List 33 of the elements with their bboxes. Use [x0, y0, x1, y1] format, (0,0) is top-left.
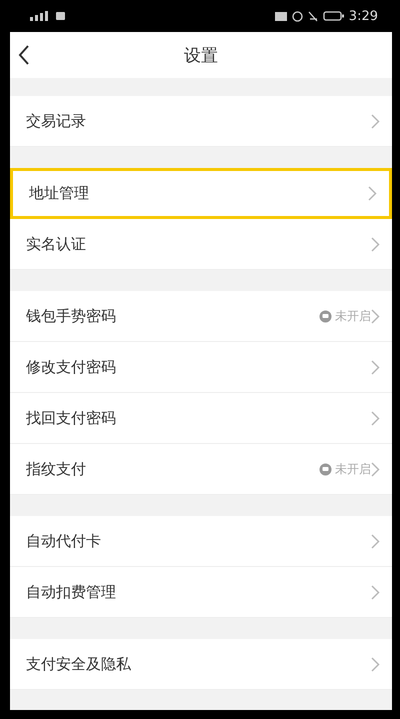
signal-icon	[30, 11, 66, 21]
row-label: 找回支付密码	[26, 408, 117, 428]
chevron-icon	[371, 462, 380, 476]
row-label: 修改支付密码	[26, 358, 117, 376]
row-label: 自动扣费管理	[26, 582, 117, 602]
alarm-icon	[292, 10, 303, 22]
settings-row[interactable]: 地址管理	[10, 168, 392, 219]
row-label: 交易记录	[26, 112, 87, 130]
chevron-icon	[371, 534, 380, 548]
chevron-icon	[371, 656, 380, 672]
status-text: 未开启	[335, 308, 371, 324]
status-time: 3:29	[348, 8, 378, 24]
mute-icon	[308, 10, 318, 22]
chevron-icon	[368, 186, 377, 201]
row-label: 地址管理	[29, 184, 90, 203]
row-label: 钱包手势密码	[26, 306, 117, 326]
chevron-icon	[371, 308, 380, 324]
battery-icon	[322, 11, 344, 21]
chevron-icon	[371, 584, 380, 600]
status-text: 未开启	[335, 460, 371, 478]
lock-icon	[319, 462, 332, 476]
chevron-icon	[371, 410, 380, 426]
hd-icon	[274, 12, 287, 20]
row-label: 支付安全及隐私	[26, 654, 132, 674]
chevron-icon	[371, 236, 380, 252]
row-label: 指纹支付	[26, 460, 87, 478]
back-icon[interactable]	[18, 45, 30, 65]
lock-icon	[319, 310, 332, 322]
page-title: 设置	[184, 44, 218, 66]
row-label: 自动代付卡	[26, 532, 102, 550]
chevron-icon	[371, 360, 380, 374]
row-label: 实名认证	[26, 234, 87, 254]
chevron-icon	[371, 114, 380, 128]
